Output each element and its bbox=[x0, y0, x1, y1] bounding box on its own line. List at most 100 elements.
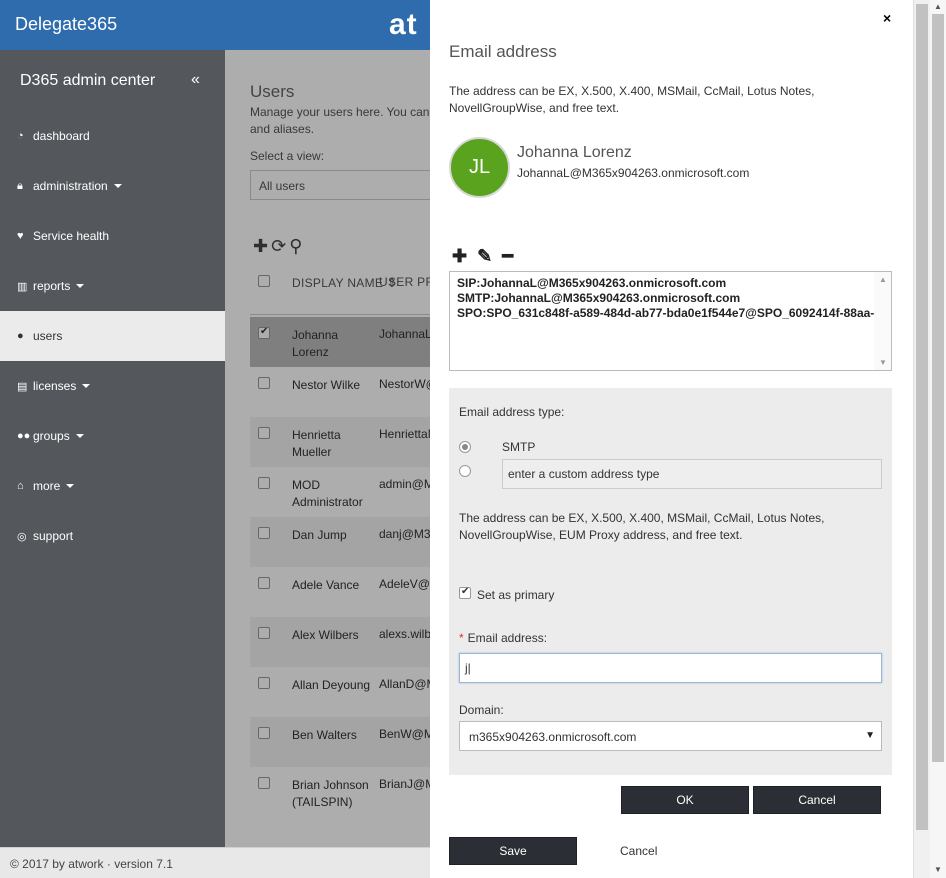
sidebar-item-administration[interactable]: 🔒︎ administration bbox=[0, 161, 225, 211]
page-title: Users bbox=[250, 82, 295, 101]
table-row[interactable]: Johanna Lorenz JohannaL bbox=[250, 317, 430, 367]
row-upn: alexs.wilb bbox=[379, 627, 430, 641]
bar-chart-icon: ▥ bbox=[17, 280, 28, 293]
sidebar-item-service-health[interactable]: ♥ Service health bbox=[0, 211, 225, 261]
row-checkbox[interactable] bbox=[258, 627, 270, 639]
page-scrollbar[interactable]: ▲ ▼ bbox=[913, 0, 946, 878]
row-checkbox[interactable] bbox=[258, 427, 270, 439]
chevron-down-icon bbox=[82, 384, 91, 388]
table-row[interactable]: Brian Johnson (TAILSPIN) BrianJ@M bbox=[250, 767, 430, 837]
sidebar-item-more[interactable]: ⌂ more bbox=[0, 461, 225, 511]
table-row[interactable]: Ben Walters BenW@M bbox=[250, 717, 430, 767]
row-name: Alex Wilbers bbox=[292, 628, 359, 642]
address-item[interactable]: SMTP:JohannaL@M365x904263.onmicrosoft.co… bbox=[457, 291, 871, 306]
sidebar-item-groups[interactable]: ●● groups bbox=[0, 411, 225, 461]
refresh-icon[interactable]: ⟳ bbox=[271, 236, 289, 256]
search-icon[interactable]: ⚲ bbox=[289, 236, 305, 256]
domain-select[interactable]: m365x904263.onmicrosoft.com ▼ bbox=[459, 721, 882, 751]
smtp-radio[interactable] bbox=[459, 441, 471, 453]
ok-button[interactable]: OK bbox=[621, 786, 749, 814]
sidebar-item-label: reports bbox=[33, 279, 71, 293]
domain-label: Domain: bbox=[459, 703, 504, 717]
users-main: Users Manage your users here. You can an… bbox=[225, 50, 430, 847]
heartbeat-icon: ♥ bbox=[17, 230, 24, 242]
address-item[interactable]: SIP:JohannaL@M365x904263.onmicrosoft.com bbox=[457, 276, 871, 291]
sidebar-collapse-button[interactable]: « bbox=[191, 71, 200, 89]
scroll-down-icon[interactable]: ▼ bbox=[879, 358, 887, 367]
lock-icon: 🔒︎ bbox=[17, 179, 23, 192]
address-editor: Email address type: SMTP enter a custom … bbox=[449, 388, 892, 775]
row-checkbox[interactable] bbox=[258, 777, 270, 789]
set-primary-label: Set as primary bbox=[477, 588, 555, 602]
sidebar-item-label: groups bbox=[33, 429, 70, 443]
brand-title[interactable]: Delegate365 bbox=[15, 14, 117, 35]
panel-title: Email address bbox=[449, 42, 557, 61]
address-type-label: Email address type: bbox=[459, 405, 565, 419]
user-name: Johanna Lorenz bbox=[517, 144, 632, 161]
minus-icon[interactable]: ━ bbox=[502, 246, 513, 266]
sidebar-item-users[interactable]: ● users bbox=[0, 311, 225, 361]
domain-value: m365x904263.onmicrosoft.com bbox=[469, 730, 637, 744]
row-upn: AdeleV@ bbox=[379, 577, 430, 591]
sidebar-title: D365 admin center bbox=[20, 72, 156, 89]
row-name: Adele Vance bbox=[292, 578, 360, 592]
row-checkbox[interactable] bbox=[258, 326, 270, 339]
table-header: DISPLAY NAME ⇕ USER PR bbox=[250, 265, 430, 315]
cancel-button[interactable]: Cancel bbox=[620, 844, 657, 858]
add-icon[interactable]: ✚ bbox=[452, 246, 467, 266]
table-row[interactable]: Adele Vance AdeleV@ bbox=[250, 567, 430, 617]
row-upn: danj@M3 bbox=[379, 527, 430, 541]
sidebar-item-licenses[interactable]: ▤ licenses bbox=[0, 361, 225, 411]
sidebar-item-support[interactable]: ◎ support bbox=[0, 511, 225, 561]
row-upn: admin@M bbox=[379, 477, 430, 491]
table-row[interactable]: MOD Administrator admin@M bbox=[250, 467, 430, 517]
sidebar-item-reports[interactable]: ▥ reports bbox=[0, 261, 225, 311]
footer: © 2017 by atwork · version 7.1 bbox=[0, 847, 430, 878]
address-list[interactable]: SIP:JohannaL@M365x904263.onmicrosoft.com… bbox=[449, 271, 892, 371]
address-list-scrollbar[interactable]: ▲ ▼ bbox=[874, 272, 891, 370]
chevron-down-icon bbox=[76, 284, 85, 288]
table-row[interactable]: Dan Jump danj@M3 bbox=[250, 517, 430, 567]
table-row[interactable]: Henrietta Mueller HenriettaM bbox=[250, 417, 430, 467]
add-icon[interactable]: ✚ bbox=[253, 236, 271, 256]
close-icon[interactable]: × bbox=[883, 10, 891, 26]
sidebar-item-label: more bbox=[33, 479, 61, 493]
save-button[interactable]: Save bbox=[449, 837, 577, 865]
scroll-down-icon[interactable]: ▼ bbox=[934, 865, 942, 874]
window-scroll-thumb[interactable] bbox=[932, 14, 944, 762]
panel-scroll-thumb[interactable] bbox=[916, 4, 928, 830]
set-primary-checkbox[interactable] bbox=[459, 586, 471, 599]
file-icon: ▤ bbox=[17, 380, 28, 393]
row-name: Allan Deyoung bbox=[292, 678, 371, 692]
window-scroll-track[interactable]: ▲ ▼ bbox=[930, 0, 946, 878]
column-user-principal[interactable]: USER PR bbox=[379, 275, 430, 289]
table-row[interactable]: Alex Wilbers alexs.wilb bbox=[250, 617, 430, 667]
select-all-checkbox[interactable] bbox=[258, 275, 270, 287]
row-checkbox[interactable] bbox=[258, 527, 270, 539]
custom-address-type-input[interactable]: enter a custom address type bbox=[502, 459, 882, 489]
pencil-icon[interactable]: ✎ bbox=[477, 246, 492, 266]
row-checkbox[interactable] bbox=[258, 727, 270, 739]
custom-type-radio[interactable] bbox=[459, 465, 471, 477]
email-address-label: * Email address: bbox=[459, 631, 548, 645]
chevron-down-icon bbox=[113, 184, 122, 188]
table-row[interactable]: Allan Deyoung AllanD@M bbox=[250, 667, 430, 717]
row-checkbox[interactable] bbox=[258, 577, 270, 589]
address-item[interactable]: SPO:SPO_631c848f-a589-484d-ab77-bda0e1f5… bbox=[457, 306, 874, 321]
view-select[interactable]: All users bbox=[250, 170, 430, 200]
row-checkbox[interactable] bbox=[258, 677, 270, 689]
row-upn: NestorW@ bbox=[379, 377, 430, 391]
table-row[interactable]: Nestor Wilke NestorW@ bbox=[250, 367, 430, 417]
scroll-up-icon[interactable]: ▲ bbox=[934, 2, 942, 11]
lifebuoy-icon: ◎ bbox=[17, 530, 27, 543]
scroll-up-icon[interactable]: ▲ bbox=[879, 275, 887, 284]
sidebar-item-label: users bbox=[33, 329, 63, 343]
email-address-input[interactable]: j| bbox=[459, 653, 882, 683]
sidebar-item-label: dashboard bbox=[33, 129, 90, 143]
sidebar-item-dashboard[interactable]: ◔ dashboard bbox=[0, 111, 225, 161]
row-checkbox[interactable] bbox=[258, 377, 270, 389]
row-checkbox[interactable] bbox=[258, 477, 270, 489]
cancel-edit-button[interactable]: Cancel bbox=[753, 786, 881, 814]
panel-description: The address can be EX, X.500, X.400, MSM… bbox=[449, 84, 815, 115]
panel-scroll-track[interactable] bbox=[913, 0, 929, 878]
